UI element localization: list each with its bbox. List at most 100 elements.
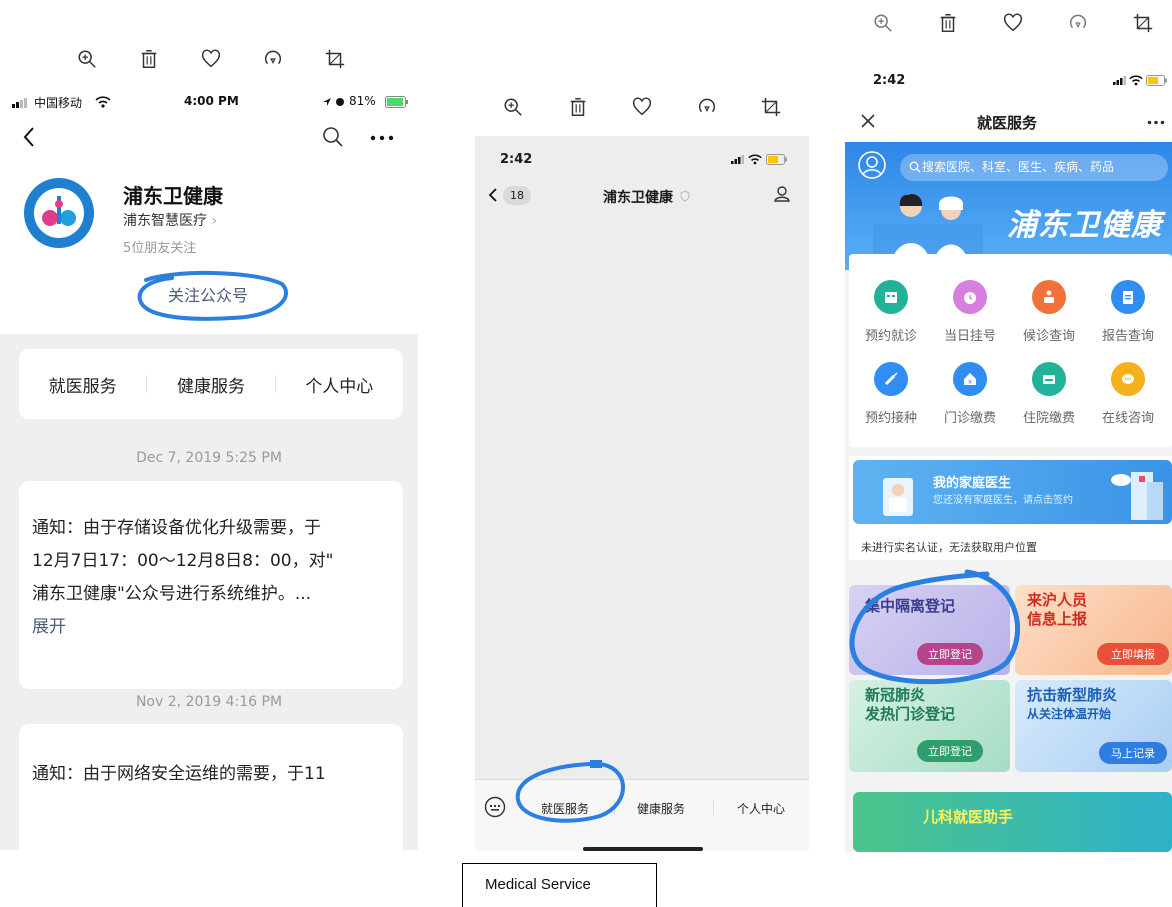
chat-title: 浦东卫健康 (603, 190, 673, 206)
grid-item-same-day[interactable]: 当日挂号 (930, 280, 1010, 344)
friends-following: 5位朋友关注 (123, 241, 197, 256)
zoom-in-icon[interactable] (76, 48, 98, 70)
menu-health-service[interactable]: 健康服务 (637, 800, 685, 817)
register-now-button[interactable]: 立即登记 (917, 740, 983, 762)
search-icon (909, 161, 921, 173)
rotate-icon[interactable] (262, 48, 284, 70)
avatar-icon[interactable] (857, 150, 887, 180)
battery-percent: 81% (349, 94, 376, 108)
payment-house-icon: ¥ (953, 362, 987, 396)
signal-icon (1113, 76, 1126, 85)
grid-item-vaccination[interactable]: 预约接种 (851, 362, 931, 426)
svg-text:¥: ¥ (968, 379, 972, 386)
heart-icon[interactable] (200, 48, 222, 70)
profile-header: 中国移动 4:00 PM 81% 浦东卫健康 浦东智慧医疗 › 5位朋友关注 关… (0, 86, 418, 334)
expand-link[interactable]: 展开 (32, 611, 377, 644)
follow-account-button[interactable]: 关注公众号 (168, 282, 248, 306)
syringe-icon (874, 362, 908, 396)
signal-icon (731, 155, 744, 164)
heart-icon[interactable] (631, 96, 653, 118)
menu-personal-center[interactable]: 个人中心 (737, 800, 785, 817)
banner-title: 来沪人员 信息上报 (1027, 591, 1088, 628)
register-now-button[interactable]: 立即登记 (917, 643, 983, 665)
grid-item-queue[interactable]: 候诊查询 (1009, 280, 1089, 344)
status-time: 2:42 (500, 152, 533, 167)
alarm-clock-icon (953, 280, 987, 314)
message-body: 通知：由于网络安全运维的需要，于11 (32, 764, 326, 784)
family-doctor-banner[interactable]: 我的家庭医生 您还没有家庭医生，请点击签约 (853, 460, 1172, 524)
page-title: 就医服务 (977, 114, 1038, 132)
brand-title: 浦东卫健康 (1007, 208, 1162, 243)
banner-quarantine-registration[interactable]: 集中隔离登记 立即登记 (849, 585, 1010, 675)
zoom-in-icon[interactable] (502, 96, 524, 118)
trash-icon[interactable] (937, 12, 959, 34)
chat-bubble-icon (1111, 362, 1145, 396)
back-chevron-icon[interactable] (488, 187, 498, 203)
doctor-icon (883, 478, 913, 516)
message-date: Nov 2, 2019 4:16 PM (135, 694, 283, 710)
back-chevron-icon[interactable] (22, 126, 36, 148)
banner-temperature[interactable]: 抗击新型肺炎 从关注体温开始 马上记录 (1015, 680, 1172, 772)
profile-icon[interactable] (773, 185, 791, 203)
record-now-button[interactable]: 马上记录 (1099, 742, 1167, 764)
location-notice: 未进行实名认证，无法获取用户位置 (861, 541, 1037, 554)
grid-item-online-consult[interactable]: 在线咨询 (1088, 362, 1168, 426)
message-date: Dec 7, 2019 5:25 PM (136, 450, 282, 466)
screen-account-profile: 中国移动 4:00 PM 81% 浦东卫健康 浦东智慧医疗 › 5位朋友关注 关… (0, 86, 418, 850)
menu-medical-service[interactable]: 就医服务 (541, 800, 589, 817)
image-toolbar-2 (502, 96, 782, 118)
keyboard-icon[interactable] (484, 796, 506, 818)
grid-item-appointment[interactable]: 预约就诊 (851, 280, 931, 344)
more-icon[interactable] (370, 135, 394, 141)
alarm-icon (336, 98, 344, 106)
screen-medical-service: 2:42 就医服务 搜索医院、科室、医生、疾病、药品 浦东卫健康 预约就诊 当日… (845, 62, 1172, 852)
report-now-button[interactable]: 立即填报 (1097, 643, 1169, 665)
grid-item-report[interactable]: 报告查询 (1088, 280, 1168, 344)
menu-health-service[interactable]: 健康服务 (147, 372, 274, 397)
wifi-icon (1129, 75, 1143, 86)
hero-banner: 搜索医院、科室、医生、疾病、药品 浦东卫健康 (845, 142, 1172, 270)
more-icon[interactable] (1147, 120, 1165, 125)
queue-icon (1032, 280, 1066, 314)
bed-icon (1032, 362, 1066, 396)
grid-item-inpatient-payment[interactable]: 住院缴费 (1009, 362, 1089, 426)
account-subtitle[interactable]: 浦东智慧医疗 › (123, 210, 217, 230)
screen-chat: 2:42 18 浦东卫健康 就医服务 健康服务 个人中心 (475, 136, 809, 851)
rotate-icon[interactable] (1067, 12, 1089, 34)
trash-icon[interactable] (567, 96, 589, 118)
account-menu: 就医服务 健康服务 个人中心 (19, 349, 403, 419)
pediatric-assistant-banner[interactable]: 儿科就医助手 (853, 792, 1172, 852)
trash-icon[interactable] (138, 48, 160, 70)
rotate-icon[interactable] (696, 96, 718, 118)
signal-icon (12, 98, 27, 108)
search-icon[interactable] (322, 126, 344, 148)
unread-count-badge[interactable]: 18 (503, 186, 531, 205)
crop-icon[interactable] (1132, 12, 1154, 34)
status-time: 4:00 PM (184, 94, 239, 108)
message-body: 通知：由于存储设备优化升级需要，于 12月7日17：00～12月8日8：00，对… (32, 512, 377, 644)
battery-icon (1146, 75, 1167, 86)
menu-medical-service[interactable]: 就医服务 (19, 372, 146, 397)
caption-label: Medical Service (462, 863, 657, 907)
banner-fever-clinic[interactable]: 新冠肺炎 发热门诊登记 立即登记 (849, 680, 1010, 772)
family-doctor-subtitle: 您还没有家庭医生，请点击签约 (933, 495, 1073, 506)
banner-title: 儿科就医助手 (923, 808, 1014, 826)
grid-item-outpatient-payment[interactable]: ¥ 门诊缴费 (930, 362, 1010, 426)
crop-icon[interactable] (760, 96, 782, 118)
crop-icon[interactable] (324, 48, 346, 70)
wifi-icon (95, 96, 111, 108)
home-indicator (583, 847, 703, 851)
family-doctor-title: 我的家庭医生 (933, 476, 1012, 491)
status-time: 2:42 (873, 73, 906, 88)
close-icon[interactable] (861, 114, 875, 128)
divider (614, 799, 615, 815)
search-input[interactable]: 搜索医院、科室、医生、疾病、药品 (900, 154, 1168, 181)
heart-icon[interactable] (1002, 12, 1024, 34)
carrier-label: 中国移动 (34, 96, 83, 110)
zoom-in-icon[interactable] (872, 12, 894, 34)
image-toolbar-3 (872, 12, 1154, 34)
account-logo (24, 178, 94, 248)
banner-arrival-report[interactable]: 来沪人员 信息上报 立即填报 (1015, 585, 1172, 675)
divider (713, 799, 714, 815)
menu-personal-center[interactable]: 个人中心 (276, 372, 403, 397)
